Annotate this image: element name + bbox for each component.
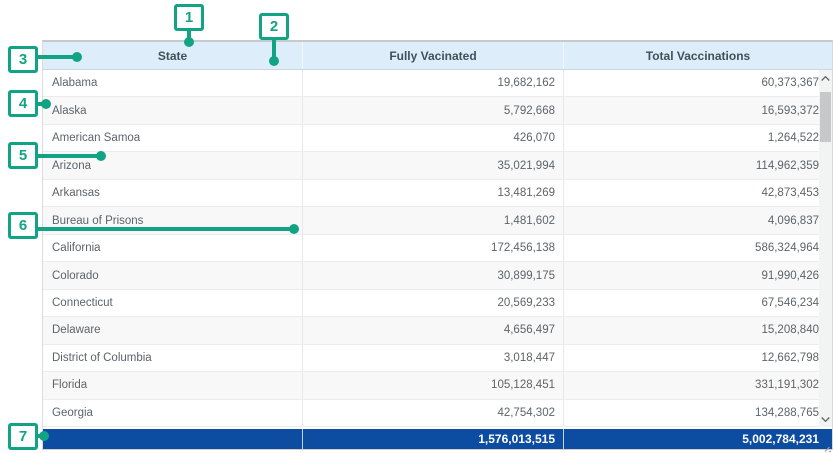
table-row[interactable]: Arizona 35,021,994 114,962,359: [43, 152, 832, 179]
cell-total-vaccinations: 60,373,367: [564, 70, 832, 96]
scroll-up-button[interactable]: [819, 70, 832, 86]
callout-5-dot: [96, 151, 106, 161]
total-state-cell: [43, 429, 303, 449]
cell-fully-vacinated: 5,792,668: [303, 97, 564, 123]
table-row[interactable]: American Samoa 426,070 1,264,522: [43, 125, 832, 152]
cell-state: District of Columbia: [43, 345, 303, 371]
cell-state: Alabama: [43, 70, 303, 96]
callout-3-dot: [72, 52, 82, 62]
cell-total-vaccinations: 91,990,426: [564, 262, 832, 288]
cell-state: Delaware: [43, 317, 303, 343]
column-header-fully-vacinated[interactable]: Fully Vacinated: [303, 42, 564, 69]
cell-fully-vacinated: 35,021,994: [303, 152, 564, 178]
callout-1-dot: [184, 37, 194, 47]
cell-state: Connecticut: [43, 290, 303, 316]
callout-6-dot: [289, 224, 299, 234]
table-body: Alabama 19,682,162 60,373,367 Alaska 5,7…: [43, 70, 832, 427]
cell-total-vaccinations: 15,208,840: [564, 317, 832, 343]
total-fully-vacinated: 1,576,013,515: [303, 429, 564, 449]
cell-fully-vacinated: 13,481,269: [303, 180, 564, 206]
callout-6-label: 6: [19, 217, 27, 234]
scroll-down-button[interactable]: [819, 411, 832, 427]
table-row[interactable]: Florida 105,128,451 331,191,302: [43, 372, 832, 399]
table-row[interactable]: Alaska 5,792,668 16,593,372: [43, 97, 832, 124]
cell-state: Colorado: [43, 262, 303, 288]
scrollbar-thumb[interactable]: [820, 92, 831, 142]
cell-fully-vacinated: 426,070: [303, 125, 564, 151]
callout-5-box: 5: [8, 142, 38, 169]
callout-6-box: 6: [8, 212, 38, 239]
table-row[interactable]: District of Columbia 3,018,447 12,662,79…: [43, 345, 832, 372]
table-row[interactable]: Delaware 4,656,497 15,208,840: [43, 317, 832, 344]
vertical-scrollbar[interactable]: [819, 70, 832, 427]
cell-state: Georgia: [43, 400, 303, 426]
cell-state: California: [43, 235, 303, 261]
cell-fully-vacinated: 105,128,451: [303, 372, 564, 398]
cell-total-vaccinations: 67,546,234: [564, 290, 832, 316]
cell-fully-vacinated: 3,018,447: [303, 345, 564, 371]
cell-total-vaccinations: 42,873,453: [564, 180, 832, 206]
vaccinations-list-table: State Fully Vacinated Total Vaccinations…: [42, 40, 833, 450]
callout-7-dot: [39, 431, 49, 441]
callout-5-label: 5: [19, 147, 27, 164]
callout-4-label: 4: [19, 95, 27, 112]
cell-total-vaccinations: 134,288,765: [564, 400, 832, 426]
callout-3-box: 3: [8, 46, 38, 73]
cell-fully-vacinated: 19,682,162: [303, 70, 564, 96]
callout-4-dot: [41, 99, 51, 109]
cell-total-vaccinations: 331,191,302: [564, 372, 832, 398]
cell-fully-vacinated: 172,456,138: [303, 235, 564, 261]
resize-grip-icon: [823, 446, 831, 453]
callout-2-dot: [269, 56, 279, 66]
column-header-state[interactable]: State: [43, 42, 303, 69]
table-row[interactable]: Arkansas 13,481,269 42,873,453: [43, 180, 832, 207]
table-row[interactable]: Alabama 19,682,162 60,373,367: [43, 70, 832, 97]
table-row[interactable]: Colorado 30,899,175 91,990,426: [43, 262, 832, 289]
cell-state: Arkansas: [43, 180, 303, 206]
callout-1-label: 1: [185, 9, 193, 26]
table-row[interactable]: Connecticut 20,569,233 67,546,234: [43, 290, 832, 317]
cell-total-vaccinations: 12,662,798: [564, 345, 832, 371]
total-total-vaccinations: 5,002,784,231: [564, 429, 832, 449]
cell-total-vaccinations: 114,962,359: [564, 152, 832, 178]
chevron-up-icon: [821, 76, 830, 81]
cell-fully-vacinated: 1,481,602: [303, 207, 564, 233]
callout-3-label: 3: [19, 51, 27, 68]
callout-4-box: 4: [8, 90, 38, 117]
cell-total-vaccinations: 586,324,964: [564, 235, 832, 261]
cell-fully-vacinated: 20,569,233: [303, 290, 564, 316]
cell-fully-vacinated: 4,656,497: [303, 317, 564, 343]
cell-total-vaccinations: 4,096,837: [564, 207, 832, 233]
callout-2-label: 2: [270, 18, 278, 35]
annotated-table-screenshot: State Fully Vacinated Total Vaccinations…: [0, 0, 833, 453]
callout-6-connector: [36, 227, 293, 231]
scrollbar-track[interactable]: [819, 86, 832, 411]
chevron-down-icon: [821, 417, 830, 422]
callout-7-label: 7: [19, 428, 27, 445]
cell-total-vaccinations: 1,264,522: [564, 125, 832, 151]
cell-fully-vacinated: 30,899,175: [303, 262, 564, 288]
callout-5-connector: [36, 154, 100, 158]
table-total-row: 1,576,013,515 5,002,784,231: [43, 429, 832, 449]
callout-7-box: 7: [8, 423, 38, 450]
column-header-total-vaccinations[interactable]: Total Vaccinations: [564, 42, 832, 69]
table-row[interactable]: California 172,456,138 586,324,964: [43, 235, 832, 262]
cell-state: Florida: [43, 372, 303, 398]
cell-state: Alaska: [43, 97, 303, 123]
callout-2-box: 2: [259, 13, 289, 40]
cell-state: American Samoa: [43, 125, 303, 151]
table-header-row: State Fully Vacinated Total Vaccinations: [43, 42, 832, 70]
table-row[interactable]: Georgia 42,754,302 134,288,765: [43, 400, 832, 427]
cell-total-vaccinations: 16,593,372: [564, 97, 832, 123]
callout-1-box: 1: [174, 4, 204, 31]
cell-fully-vacinated: 42,754,302: [303, 400, 564, 426]
